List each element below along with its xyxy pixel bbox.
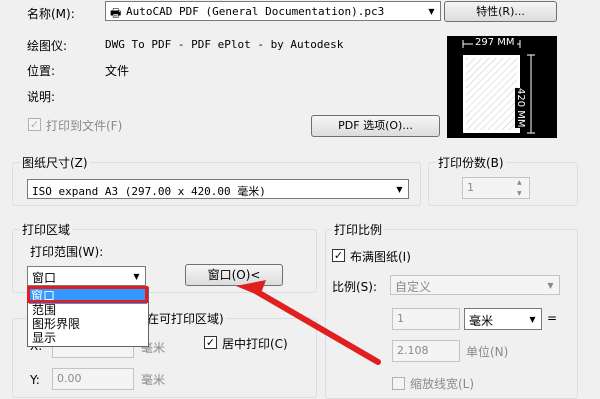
annotation-arrow xyxy=(236,280,381,365)
